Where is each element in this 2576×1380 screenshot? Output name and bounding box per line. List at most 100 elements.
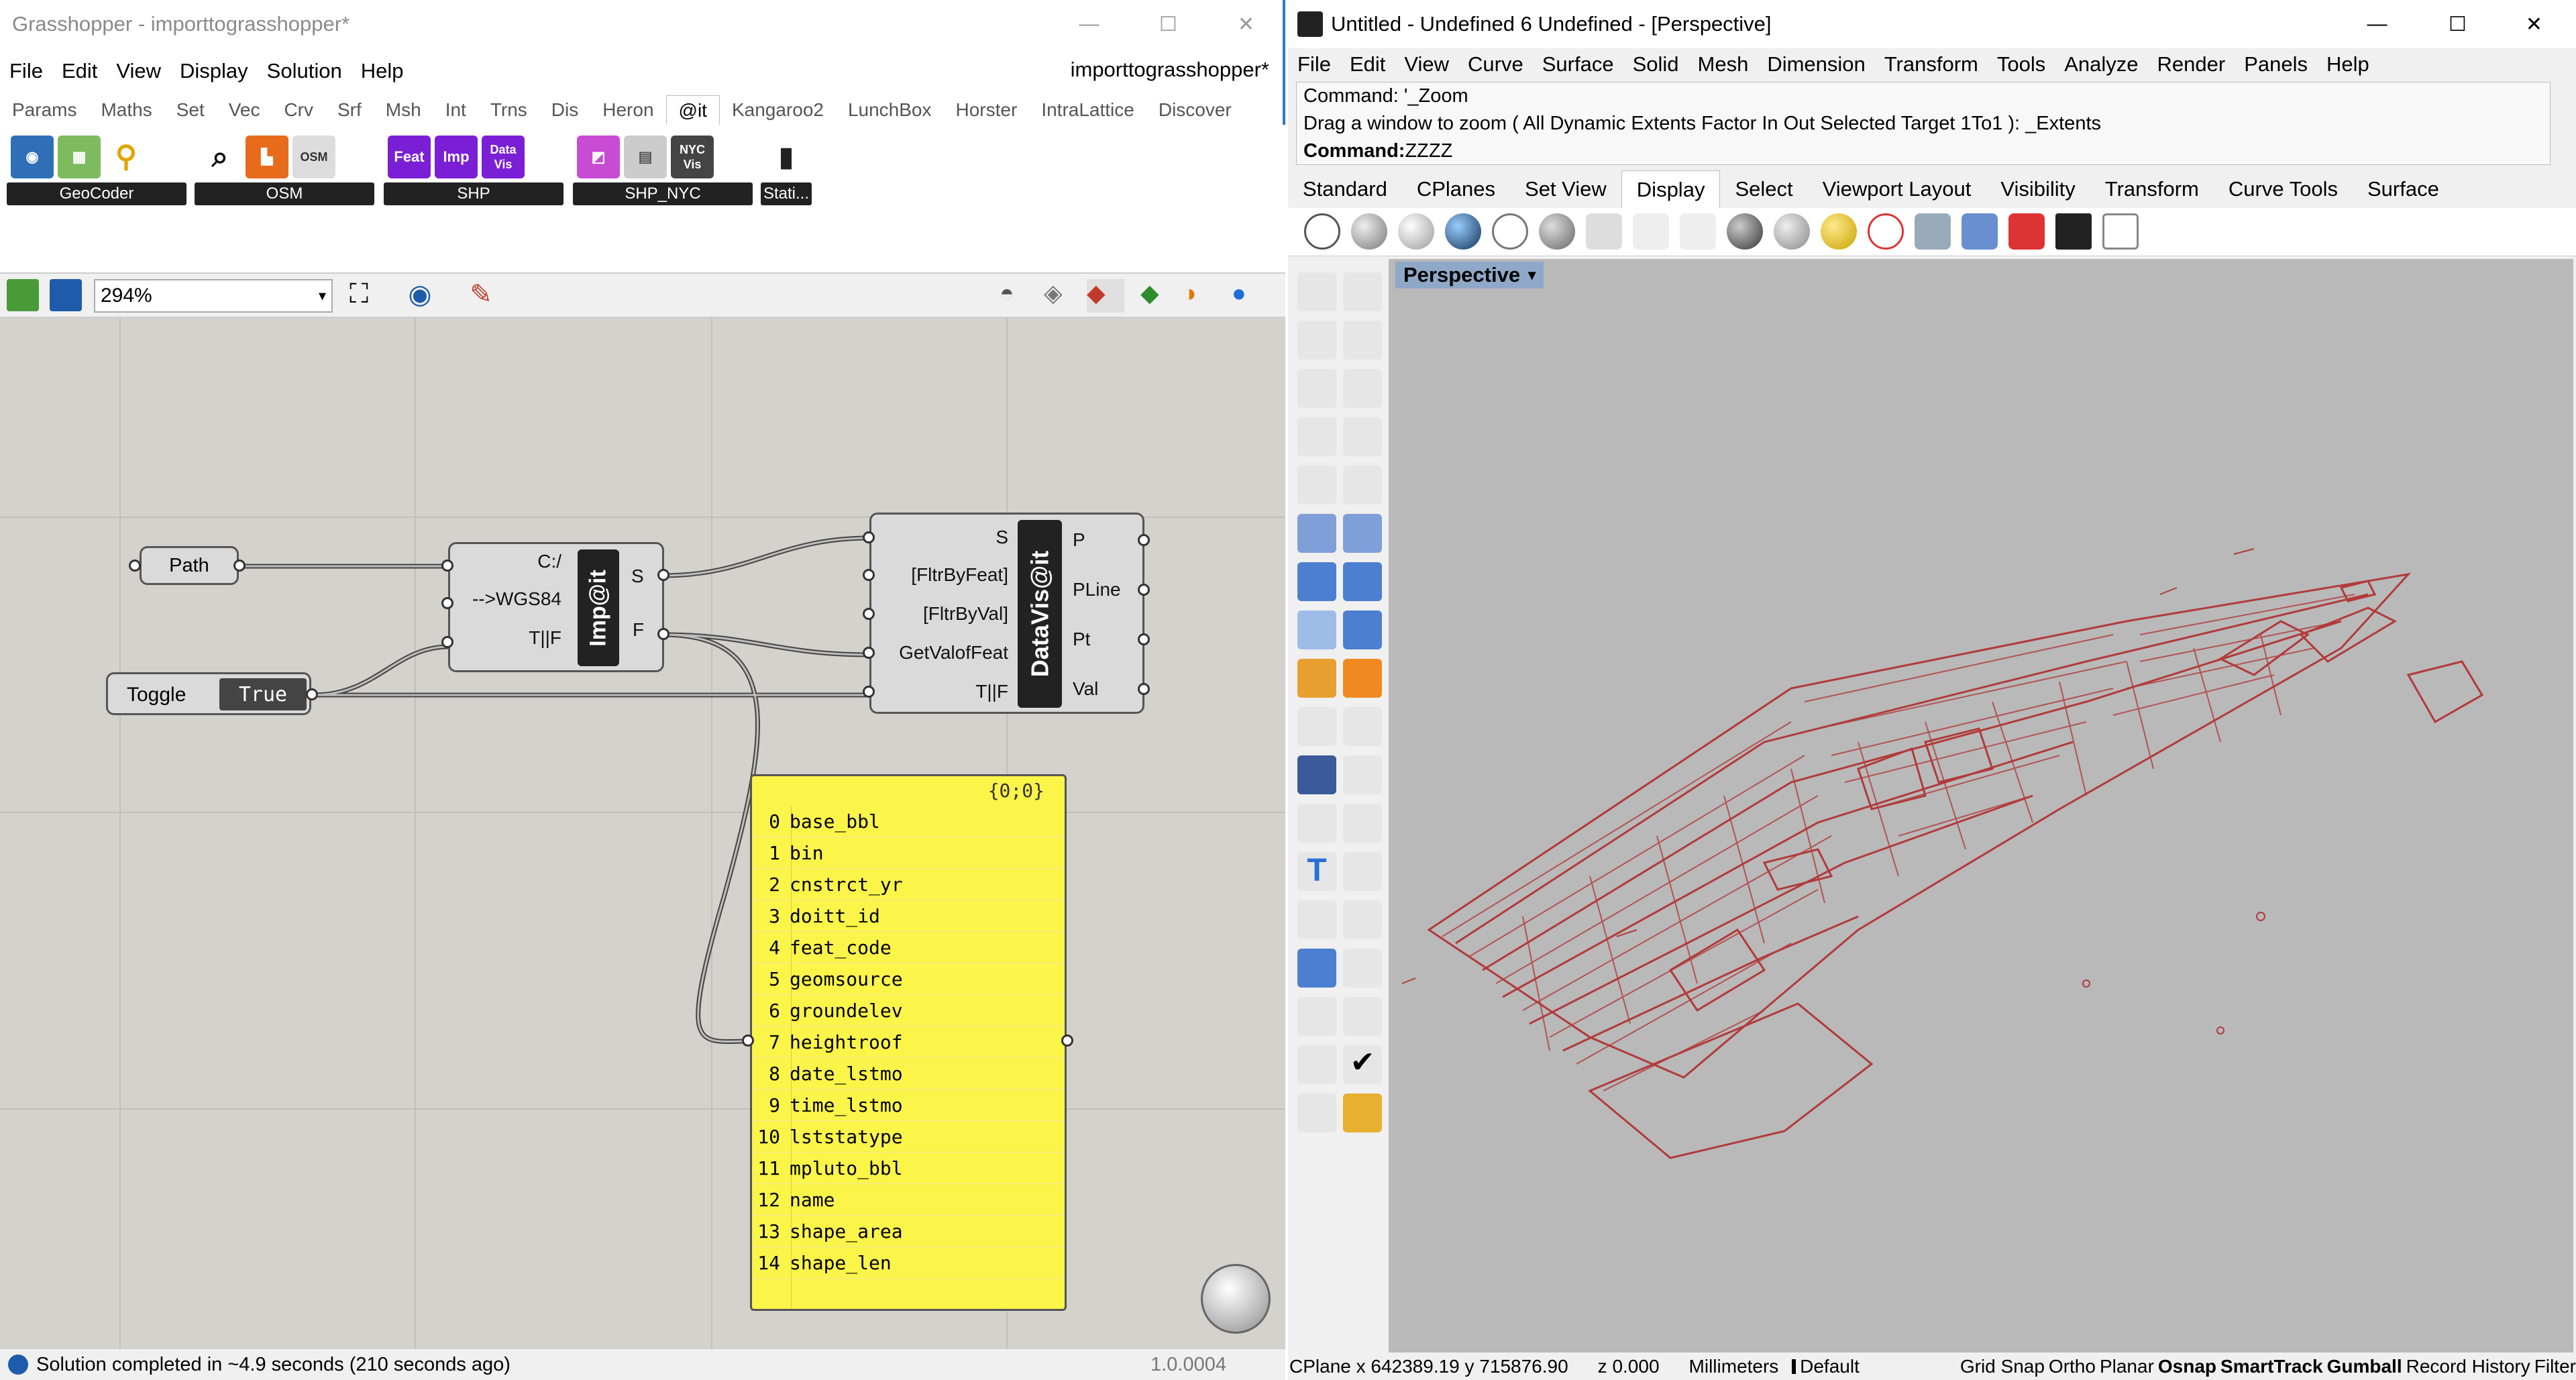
remove-icon[interactable] [2008, 213, 2045, 250]
map-icon[interactable]: ▦ [58, 136, 101, 178]
command-prompt[interactable]: Command:ZZZZ [1303, 138, 2550, 165]
maximize-icon[interactable]: ☐ [2419, 0, 2496, 48]
gear-icon[interactable] [1297, 659, 1336, 698]
zoom-select[interactable]: 294% ▾ [94, 279, 333, 313]
shaded-icon[interactable] [1351, 213, 1387, 250]
box-solid-icon[interactable] [1297, 562, 1336, 601]
artistic-icon[interactable] [1586, 213, 1622, 250]
tab-curve-tools[interactable]: Curve Tools [2214, 177, 2353, 201]
tab-standard[interactable]: Standard [1288, 177, 1402, 201]
menu-curve[interactable]: Curve [1458, 52, 1533, 76]
tab-params[interactable]: Params [0, 99, 89, 121]
feat-icon[interactable]: Feat [388, 136, 431, 178]
scale-icon[interactable] [1343, 852, 1382, 891]
ribbon-label-geocoder[interactable]: GeoCoder [7, 182, 186, 205]
xray-icon[interactable] [1492, 213, 1528, 250]
menu-dimension[interactable]: Dimension [1758, 52, 1874, 76]
polygon-icon[interactable] [1297, 466, 1336, 505]
points-icon[interactable] [1343, 755, 1382, 794]
group-icon[interactable] [1297, 755, 1336, 794]
box-icon[interactable] [2102, 213, 2139, 250]
dv-grip-out-2[interactable] [1138, 633, 1150, 645]
gh-canvas[interactable]: Path Toggle True Imp@it C:/ -->WGS84 T||… [0, 318, 1285, 1349]
dv-grip-in-2[interactable] [863, 608, 875, 620]
toggle-value[interactable]: True [219, 678, 307, 710]
eye-icon[interactable]: ◉ [400, 279, 440, 313]
fillet-icon[interactable] [1343, 466, 1382, 505]
align-icon[interactable] [1343, 900, 1382, 939]
menu-solution[interactable]: Solution [258, 59, 352, 83]
current-layer[interactable]: Default [1800, 1356, 1860, 1377]
dv-grip-out-1[interactable] [1138, 584, 1150, 596]
osnap-toggle[interactable]: Osnap [2158, 1356, 2216, 1377]
menu-tools[interactable]: Tools [1988, 52, 2055, 76]
arctic-icon[interactable] [1680, 213, 1716, 250]
path-input-grip[interactable] [129, 560, 141, 572]
move-icon[interactable] [1297, 900, 1336, 939]
clipping-icon[interactable] [1962, 213, 1998, 250]
mesh-display-icon[interactable] [1727, 213, 1763, 250]
tab-discover[interactable]: Discover [1146, 99, 1244, 121]
menu-help[interactable]: Help [352, 59, 413, 83]
preview-wire-icon[interactable]: ◈ [1044, 279, 1077, 313]
path-parameter[interactable]: Path [140, 546, 239, 585]
record-history-toggle[interactable]: Record History [2406, 1356, 2530, 1377]
menu-edit[interactable]: Edit [1340, 52, 1395, 76]
pen-icon[interactable] [1633, 213, 1669, 250]
dimension-icon[interactable] [1343, 949, 1382, 988]
rectangle-icon[interactable] [1343, 417, 1382, 456]
menu-surface[interactable]: Surface [1533, 52, 1623, 76]
dv-grip-in-3[interactable] [863, 647, 875, 659]
dv-grip-out-3[interactable] [1138, 683, 1150, 695]
gradient-icon[interactable]: ◩ [577, 136, 620, 178]
menu-solid[interactable]: Solid [1623, 52, 1688, 76]
point-icon[interactable] [1343, 272, 1382, 311]
preview-selected-icon[interactable]: ◆ [1140, 279, 1174, 313]
boolean-icon[interactable] [1343, 562, 1382, 601]
material-icon[interactable] [1343, 1094, 1382, 1132]
preview-off-icon[interactable]: ◓ [1000, 279, 1033, 313]
datavis-at-it-component[interactable]: DataVis@it S [FltrByFeat] [FltrByVal] Ge… [869, 513, 1144, 714]
tab-dis[interactable]: Dis [539, 99, 590, 121]
tab-msh[interactable]: Msh [374, 99, 433, 121]
open-file-icon[interactable] [7, 279, 39, 311]
menu-view[interactable]: View [1395, 52, 1458, 76]
split-icon[interactable] [1343, 707, 1382, 746]
close-icon[interactable]: ✕ [2496, 0, 2573, 48]
tab-intralattice[interactable]: IntraLattice [1029, 99, 1146, 121]
material-icon[interactable]: ◑ [1182, 279, 1216, 313]
curve-icon[interactable] [1343, 321, 1382, 360]
text-icon[interactable]: T [1297, 852, 1336, 891]
explode-icon[interactable] [1343, 659, 1382, 698]
maximize-icon[interactable]: ☐ [1130, 0, 1207, 48]
imp-grip-out-0[interactable] [657, 569, 669, 581]
rotate-3d-icon[interactable] [1343, 804, 1382, 843]
imp-grip-in-2[interactable] [441, 636, 453, 648]
tab-lunchbox[interactable]: LunchBox [836, 99, 944, 121]
display-mode-icon[interactable]: ● [1232, 279, 1265, 313]
dv-grip-out-0[interactable] [1138, 534, 1150, 546]
smarttrack-toggle[interactable]: SmartTrack [2220, 1356, 2323, 1377]
tab-display[interactable]: Display [1621, 170, 1721, 208]
wireframe-icon[interactable] [1304, 213, 1340, 250]
zoom-extents-icon[interactable]: ⛶ [341, 279, 377, 313]
dv-grip-in-1[interactable] [863, 569, 875, 581]
menu-file[interactable]: File [1288, 52, 1340, 76]
menu-transform[interactable]: Transform [1875, 52, 1988, 76]
circle-icon[interactable] [1297, 369, 1336, 408]
tab-surface[interactable]: Surface [2353, 177, 2454, 201]
close-icon[interactable]: ✕ [1208, 0, 1285, 48]
menu-mesh[interactable]: Mesh [1688, 52, 1758, 76]
menu-file[interactable]: File [0, 59, 52, 83]
magnifier-icon[interactable]: ⌕ [199, 136, 241, 178]
minimize-icon[interactable]: — [2339, 0, 2416, 48]
minimize-icon[interactable]: — [1051, 0, 1128, 48]
tab-set-view[interactable]: Set View [1510, 177, 1621, 201]
technical-icon[interactable] [1539, 213, 1575, 250]
tab-transform[interactable]: Transform [2090, 177, 2214, 201]
tab-crv[interactable]: Crv [272, 99, 325, 121]
navigation-widget-icon[interactable] [1201, 1264, 1271, 1334]
tab-srf[interactable]: Srf [325, 99, 374, 121]
arc-icon[interactable] [1297, 417, 1336, 456]
select-arrow-icon[interactable] [1297, 272, 1336, 311]
